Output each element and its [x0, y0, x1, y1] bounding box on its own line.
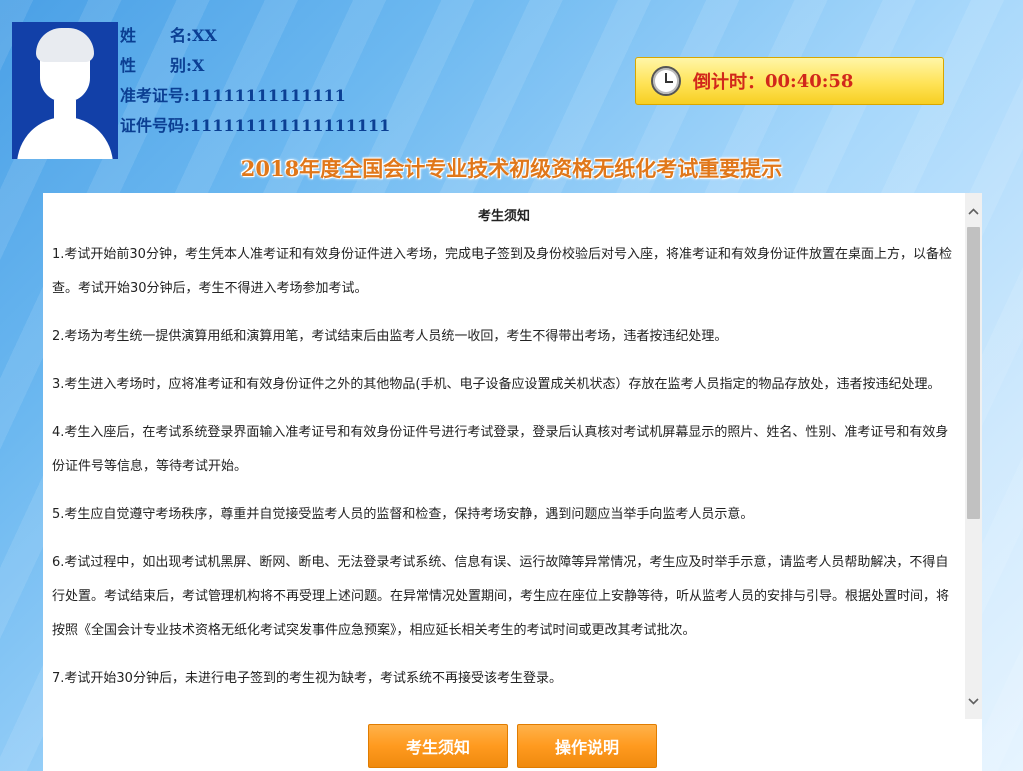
notice-heading: 考生须知 — [477, 209, 530, 224]
name-row: 姓名:XX — [120, 24, 390, 54]
notice-panel: 考生须知 1.考试开始前30分钟，考生凭本人准考证和有效身份证件进入考场，完成电… — [43, 193, 982, 771]
id-row: 证件号码:111111111111111111 — [120, 114, 390, 144]
ticket-row: 准考证号:11111111111111 — [120, 84, 390, 114]
page-title: 2018年度全国会计专业技术初级资格无纸化考试重要提示 — [240, 156, 783, 181]
notice-item: 7.考试开始30分钟后，未进行电子签到的考生视为缺考，考试系统不再接受该考生登录… — [52, 671, 562, 686]
notice-content[interactable]: 考生须知 1.考试开始前30分钟，考生凭本人准考证和有效身份证件进入考场，完成电… — [43, 193, 965, 719]
notice-item: 1.考试开始前30分钟，考生凭本人准考证和有效身份证件进入考场，完成电子签到及身… — [52, 247, 952, 296]
notice-item: 2.考场为考生统一提供演算用纸和演算用笔，考试结束后由监考人员统一收回，考生不得… — [52, 329, 728, 344]
notice-item: 3.考生进入考场时，应将准考证和有效身份证件之外的其他物品(手机、电子设备应设置… — [52, 377, 941, 392]
scrollbar-thumb[interactable] — [967, 227, 980, 519]
gender-label-1: 性 — [120, 56, 171, 75]
gender-row: 性别:X — [120, 54, 390, 84]
notice-item: 6.考试过程中，如出现考试机黑屏、断网、断电、无法登录考试系统、信息有误、运行故… — [52, 555, 950, 638]
notice-item: 5.考生应自觉遵守考场秩序，尊重并自觉接受监考人员的监督和检查，保持考场安静，遇… — [52, 507, 754, 522]
ticket-value: 11111111111111 — [189, 86, 346, 105]
clock-icon — [651, 66, 681, 96]
candidate-info: 姓名:XX 性别:X 准考证号:11111111111111 证件号码:1111… — [120, 24, 390, 144]
candidate-notice-button[interactable]: 考生须知 — [368, 724, 508, 768]
id-value: 111111111111111111 — [189, 116, 391, 135]
operation-guide-button[interactable]: 操作说明 — [517, 724, 657, 768]
notice-item: 4.考生入座后，在考试系统登录界面输入准考证号和有效身份证件号进行考试登录，登录… — [52, 425, 949, 474]
vertical-scrollbar[interactable] — [965, 193, 982, 719]
timer-value: 00:40:58 — [765, 70, 854, 92]
id-label: 证件号码: — [120, 116, 190, 135]
name-label-1: 姓 — [120, 26, 171, 45]
gender-value: X — [191, 56, 205, 75]
ticket-label: 准考证号: — [120, 86, 190, 105]
candidate-photo — [12, 22, 118, 159]
chevron-down-icon[interactable] — [965, 689, 982, 713]
chevron-up-icon[interactable] — [965, 199, 982, 223]
gender-label-2: 别: — [170, 56, 192, 75]
name-label-2: 名: — [170, 26, 192, 45]
timer-label: 倒计时： — [693, 72, 765, 93]
countdown-timer: 倒计时： 00:40:58 — [635, 57, 944, 105]
name-value: XX — [191, 26, 217, 45]
